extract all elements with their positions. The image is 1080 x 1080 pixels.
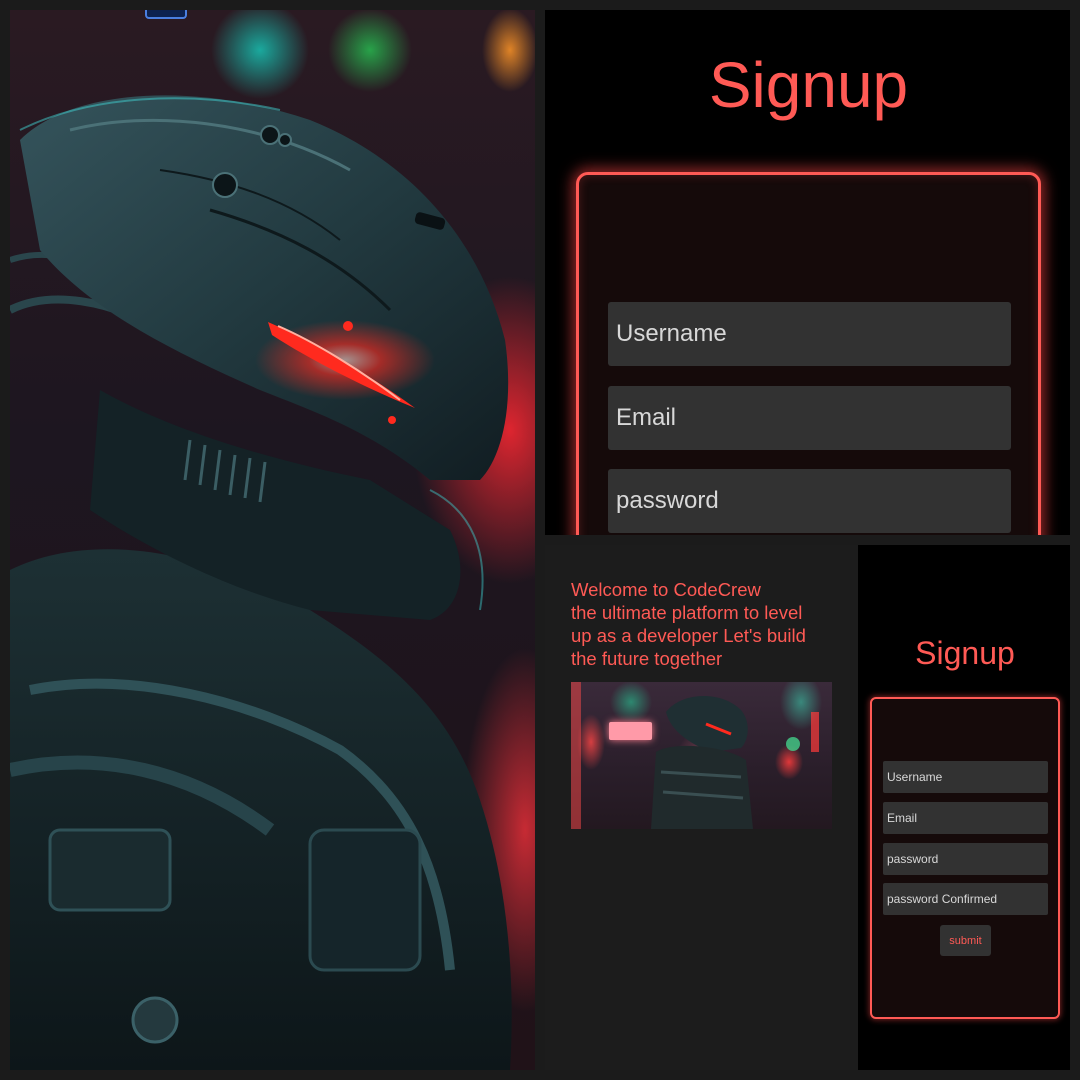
signup-form-card: Username Email password — [576, 172, 1041, 535]
welcome-panel: Welcome to CodeCrew the ultimate platfor… — [545, 545, 858, 1070]
welcome-line: up as a developer Let's build — [571, 625, 806, 646]
robot-artwork-image — [10, 10, 535, 1070]
robot-thumbnail — [571, 682, 819, 829]
username-input-small[interactable]: Username — [883, 761, 1048, 793]
password-confirm-input-small[interactable]: password Confirmed — [883, 883, 1048, 915]
welcome-line: the ultimate platform to level — [571, 602, 803, 623]
robot-city-image — [571, 682, 832, 829]
submit-button[interactable]: submit — [940, 925, 991, 956]
welcome-line: the future together — [571, 648, 723, 669]
signup-form-card-small: Username Email password password Confirm… — [870, 697, 1060, 1019]
welcome-line: Welcome to CodeCrew — [571, 579, 761, 600]
username-input[interactable]: Username — [608, 302, 1011, 366]
password-input[interactable]: password — [608, 469, 1011, 533]
signup-page-large: Signup Username Email password — [545, 10, 1070, 535]
password-input-small[interactable]: password — [883, 843, 1048, 875]
signup-page-small: Signup Username Email password password … — [858, 545, 1070, 1070]
email-input-small[interactable]: Email — [883, 802, 1048, 834]
signup-title-small: Signup — [915, 635, 1015, 671]
email-input[interactable]: Email — [608, 386, 1011, 450]
robot-illustration — [10, 95, 512, 1070]
signup-title: Signup — [708, 49, 909, 121]
welcome-message: Welcome to CodeCrew the ultimate platfor… — [571, 578, 841, 670]
